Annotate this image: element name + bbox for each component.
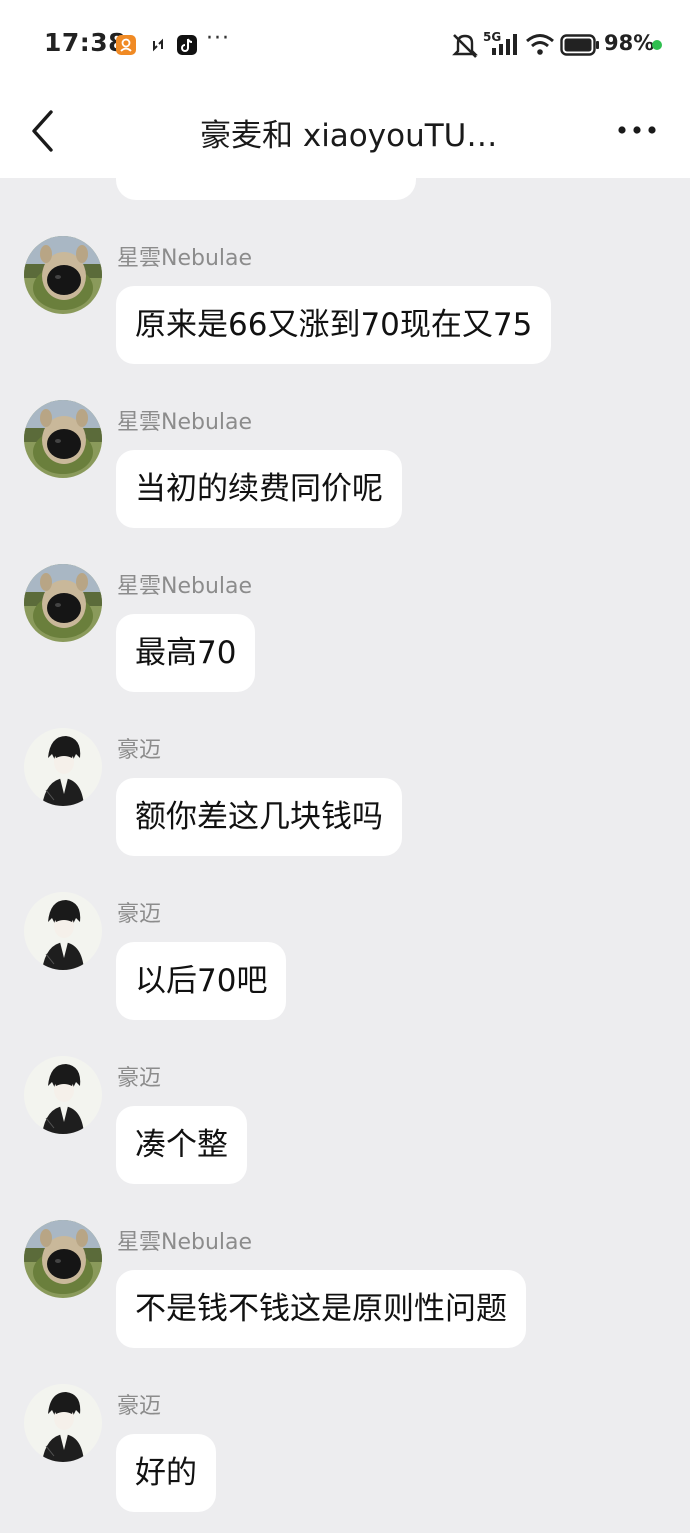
message-bubble[interactable]: 以后70吧: [116, 942, 287, 1020]
message-row: 豪迈 凑个整: [0, 1056, 690, 1196]
battery-percent: 98%: [604, 31, 655, 55]
sender-name: 豪迈: [117, 1066, 162, 1091]
sender-name: 豪迈: [117, 1394, 162, 1419]
back-button[interactable]: [22, 106, 62, 156]
wifi-icon: [526, 34, 554, 55]
message-bubble[interactable]: 凑个整: [116, 1106, 247, 1184]
more-options-button[interactable]: [612, 110, 662, 150]
battery-indicator-dot: [652, 40, 662, 50]
more-dots-icon: [618, 126, 656, 134]
message-row: 星雲Nebulae 原来是66又涨到70现在又75: [0, 236, 690, 376]
message-bubble[interactable]: 当初的续费同价呢: [116, 450, 402, 528]
sender-name: 星雲Nebulae: [117, 1230, 253, 1255]
message-bubble[interactable]: 好的: [116, 1434, 216, 1512]
status-bar: 17:38 ··· 5G 98%: [0, 0, 690, 88]
sender-name: 星雲Nebulae: [117, 246, 253, 271]
avatar[interactable]: [24, 728, 102, 806]
chat-header: 豪麦和 xiaoyouTU…: [0, 88, 690, 178]
tiktok-icon: [177, 35, 197, 55]
message-bubble-partial[interactable]: [116, 178, 416, 200]
chevron-left-icon: [32, 110, 53, 152]
avatar[interactable]: [24, 1384, 102, 1462]
avatar[interactable]: [24, 1056, 102, 1134]
message-row: 星雲Nebulae 最高70: [0, 564, 690, 704]
message-row: 豪迈额你差这几块钱吗: [0, 728, 690, 868]
message-bubble[interactable]: 不是钱不钱这是原则性问题: [116, 1270, 526, 1348]
message-bubble[interactable]: 原来是66又涨到70现在又75: [116, 286, 552, 364]
status-time: 17:38: [44, 28, 127, 57]
sender-name: 豪迈: [117, 738, 162, 763]
sender-name: 星雲Nebulae: [117, 574, 253, 599]
message-row: 豪迈 好的: [0, 1384, 690, 1524]
avatar[interactable]: [24, 892, 102, 970]
more-notifications-icon: ···: [206, 26, 230, 51]
orange-app-icon: [116, 35, 136, 55]
avatar[interactable]: [24, 236, 102, 314]
chat-message-list[interactable]: 星雲Nebulae 原来是66又涨到70现在又75 星雲Nebulae 当初的续费同…: [0, 178, 690, 1533]
message-row: 星雲Nebulae 不是钱不钱这是原则性问题: [0, 1220, 690, 1360]
message-bubble[interactable]: 最高70: [116, 614, 256, 692]
mute-icon: [452, 34, 478, 58]
avatar[interactable]: [24, 400, 102, 478]
sender-name: 豪迈: [117, 902, 162, 927]
message-row: 豪迈以后70吧: [0, 892, 690, 1032]
sender-name: 星雲Nebulae: [117, 410, 253, 435]
battery-icon: [560, 34, 599, 56]
message-bubble[interactable]: 额你差这几块钱吗: [116, 778, 402, 856]
sync-icon: [148, 35, 168, 55]
avatar[interactable]: [24, 1220, 102, 1298]
message-row: 星雲Nebulae 当初的续费同价呢: [0, 400, 690, 540]
signal-icon: [492, 34, 517, 55]
avatar[interactable]: [24, 564, 102, 642]
chat-title: 豪麦和 xiaoyouTU…: [200, 118, 498, 154]
